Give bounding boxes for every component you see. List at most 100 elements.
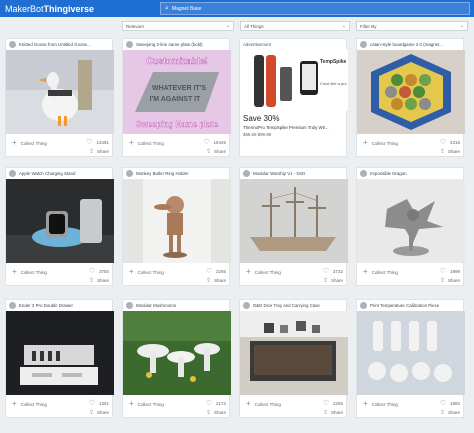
card-title[interactable]: Knitted Goose from Untitled Goose... [19,42,114,47]
collect-thing-button[interactable]: + Collect Thing [363,400,398,408]
share-button[interactable]: ⇪ Share [440,277,460,284]
thing-thumbnail[interactable] [357,50,465,134]
share-icon: ⇪ [439,278,445,284]
ad-image[interactable]: TempSpike Cook like a pro [240,49,348,111]
thing-thumbnail[interactable] [240,179,348,263]
share-button[interactable]: ⇪ Share [440,148,460,155]
card-title[interactable]: D&D Dice Tray and Carrying Case [253,303,348,308]
thing-card[interactable]: catan-style boardgame 2.0 (magnet... + Co… [356,38,465,157]
collect-thing-button[interactable]: + Collect Thing [12,268,47,276]
thing-card[interactable]: Ender 3 Pro Double Drawer + Collect Thing… [5,299,114,418]
filter-label: Filter By [360,23,377,29]
thing-thumbnail[interactable]: Customizable! WHATEVER IT'S I'M AGAINST … [123,50,231,134]
monkey-butler-image [123,179,231,263]
card-title[interactable]: Impossible Dragon [370,171,465,176]
thing-card[interactable]: Impossible Dragon + Collect Thing ♡ 1999 ⇪… [356,167,465,286]
like-count: 1860 [449,400,460,406]
card-title[interactable]: Sweeping 2-line name plate (bold) [136,42,231,47]
thing-card[interactable]: Apple Watch Charging Stand + Collect Thin… [5,167,114,286]
thing-thumbnail[interactable] [240,311,348,395]
share-label: Share [96,410,109,415]
share-button[interactable]: ⇪ Share [206,409,226,416]
share-button[interactable]: ⇪ Share [206,148,226,155]
share-label: Share [447,278,460,283]
thing-thumbnail[interactable] [123,311,231,395]
like-button[interactable]: ♡ 1860 [440,399,460,407]
share-button[interactable]: ⇪ Share [89,409,109,416]
like-button[interactable]: ♡ 4316 [440,138,460,146]
avatar[interactable] [9,41,16,48]
collect-thing-button[interactable]: + Collect Thing [129,267,164,276]
avatar[interactable] [126,302,133,309]
thing-thumbnail[interactable] [357,179,465,263]
nameplate-bottom-text: Sweeping Name plate [136,120,219,129]
like-button[interactable]: ♡ 2732 [323,267,343,275]
like-button[interactable]: ♡ 2256 [206,267,226,275]
thing-thumbnail[interactable] [6,179,114,263]
share-button[interactable]: ⇪ Share [89,148,109,155]
plus-icon: + [129,267,134,276]
like-button[interactable]: ♡ 3750 [89,267,109,275]
share-label: Share [96,278,109,283]
heart-icon: ♡ [439,400,446,407]
card-title[interactable]: Ender 3 Pro Double Drawer [19,303,114,308]
collect-thing-button[interactable]: + Collect Thing [363,268,398,276]
share-button[interactable]: ⇪ Share [206,277,226,284]
like-button[interactable]: ♡ 2172 [206,399,226,407]
collect-thing-button[interactable]: + Collect Thing [363,139,398,147]
thing-card[interactable]: Print Temperature Calibration Piece + Col… [356,299,465,418]
avatar[interactable] [360,41,367,48]
catan-board-image [357,50,465,134]
thing-card[interactable]: Modular Mushrooms + Collect Thing ♡ 2172 ⇪… [122,299,231,418]
card-title[interactable]: Modular Warship V1 - DnD [253,171,348,176]
collect-thing-button[interactable]: + Collect Thing [246,268,281,276]
card-title[interactable]: Monkey Butler Ring Holder [136,171,231,176]
avatar[interactable] [360,302,367,309]
thing-card[interactable]: Knitted Goose from Untitled Goose... + Co… [5,38,114,157]
like-button[interactable]: ♡ 1999 [440,267,460,275]
collect-label: Collect Thing [254,401,281,407]
thing-thumbnail[interactable] [6,311,114,395]
card-title[interactable]: Apple Watch Charging Stand [19,171,114,176]
avatar[interactable] [126,41,133,48]
avatar[interactable] [243,170,250,177]
avatar[interactable] [243,302,250,309]
avatar[interactable] [126,170,133,177]
like-button[interactable]: ♡ 19445 [203,138,226,146]
thing-card[interactable]: Modular Warship V1 - DnD + Collect Thing … [239,167,348,286]
collect-thing-button[interactable]: + Collect Thing [246,400,281,408]
collect-thing-button[interactable]: + Collect Thing [129,400,164,408]
avatar[interactable] [9,170,16,177]
like-button[interactable]: ♡ 13491 [86,138,109,146]
brand-logo[interactable]: MakerBotThingiverse [5,4,94,14]
thing-thumbnail[interactable] [6,50,114,134]
share-button[interactable]: ⇪ Share [89,277,109,284]
type-dropdown[interactable]: All Things ⌄ [240,21,350,31]
card-title[interactable]: Modular Mushrooms [136,303,231,308]
card-title[interactable]: Print Temperature Calibration Piece [370,303,465,308]
thing-thumbnail[interactable] [357,311,465,395]
ad-product-name[interactable]: ThermoPro TempSpike Premium Truly Wir... [243,125,329,130]
avatar[interactable] [360,170,367,177]
thing-card[interactable]: Sweeping 2-line name plate (bold) Custom… [122,38,231,157]
card-title[interactable]: catan-style boardgame 2.0 (magnet... [370,42,465,47]
share-button[interactable]: ⇪ Share [323,277,343,284]
ad-headline[interactable]: Save 30% [243,114,279,123]
like-button[interactable]: ♡ 2256 [323,399,343,407]
collect-thing-button[interactable]: + Collect Thing [12,139,47,147]
collect-label: Collect Thing [137,401,164,407]
sort-dropdown[interactable]: Relevant ⌄ [122,21,234,31]
avatar[interactable] [9,302,16,309]
share-button[interactable]: ⇪ Share [323,409,343,416]
search-input[interactable]: ⌕ Magnet Base [160,2,470,15]
collect-thing-button[interactable]: + Collect Thing [129,139,164,147]
thing-card[interactable]: Monkey Butler Ring Holder + Collect Thing… [122,167,231,286]
filter-dropdown[interactable]: Filter By ⌄ [356,21,468,31]
thing-thumbnail[interactable] [123,179,231,263]
share-button[interactable]: ⇪ Share [440,409,460,416]
like-button[interactable]: ♡ 1351 [89,399,109,407]
advertisement-card[interactable]: Advertisement i TempSpike Cook like a pr… [239,38,348,157]
thing-card[interactable]: D&D Dice Tray and Carrying Case + Collect… [239,299,348,418]
collect-thing-button[interactable]: + Collect Thing [12,400,47,408]
collect-label: Collect Thing [371,269,398,275]
